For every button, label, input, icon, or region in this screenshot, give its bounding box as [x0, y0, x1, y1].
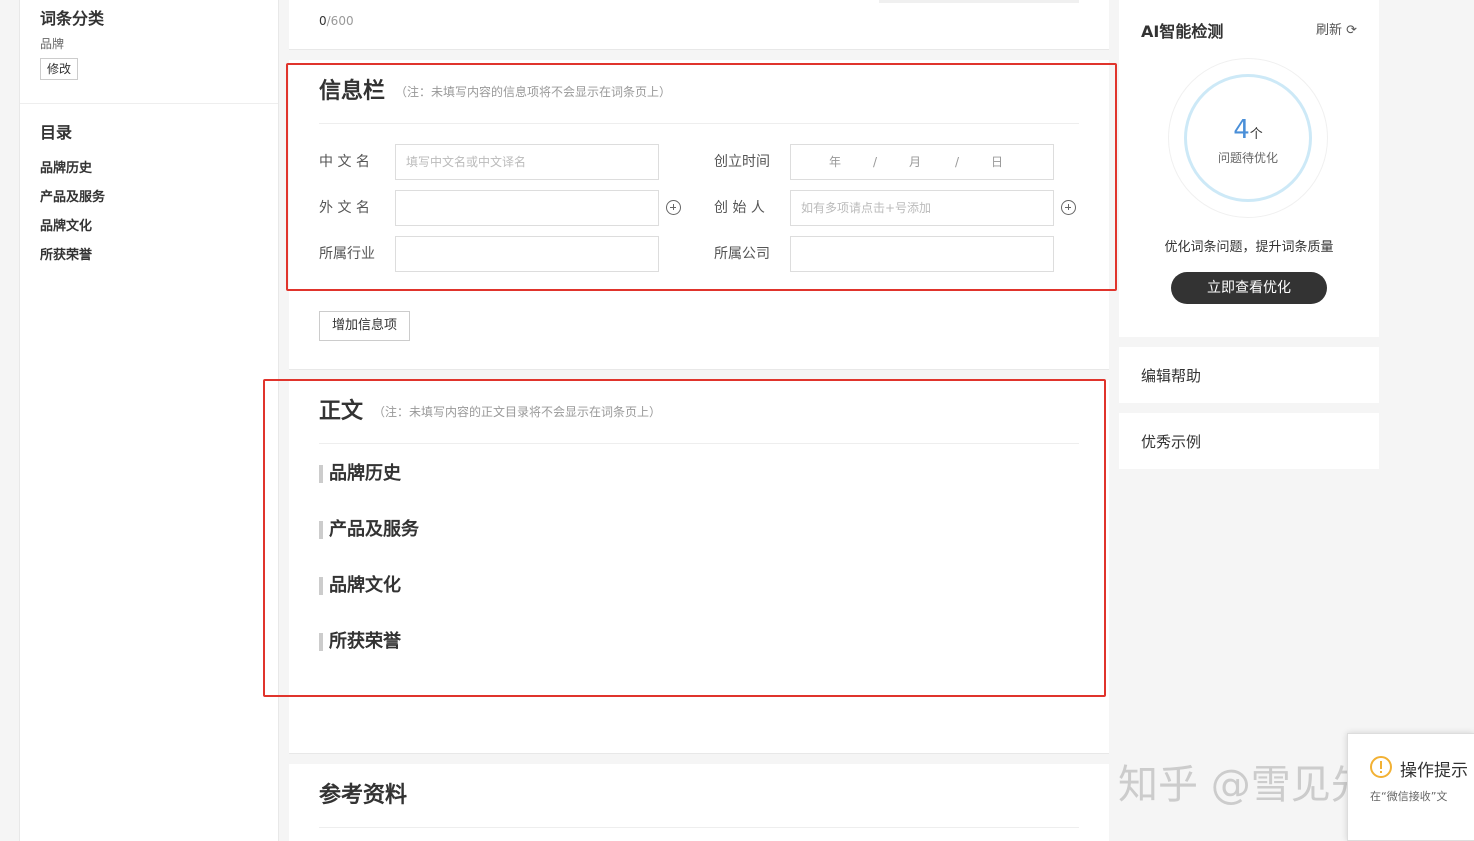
summary-input-edge [879, 0, 1079, 3]
company-label: 所属公司 [714, 246, 770, 262]
issue-ring: 4个 问题待优化 [1184, 74, 1312, 202]
edit-help-link[interactable]: 编辑帮助 [1141, 365, 1201, 386]
ai-title: AI智能检测 [1141, 22, 1224, 41]
ai-description: 优化词条问题，提升词条质量 [1164, 240, 1334, 255]
summary-card: 0/600 [289, 0, 1109, 50]
edit-category-button[interactable]: 修改 [40, 58, 79, 80]
toc-item-brand-culture[interactable]: 品牌文化 [40, 212, 258, 241]
company-input[interactable] [790, 236, 1054, 272]
char-counter: 0/600 [319, 14, 354, 28]
reference-divider [319, 827, 1079, 828]
founded-label: 创立时间 [714, 154, 770, 170]
industry-label: 所属行业 [319, 246, 375, 262]
info-title: 信息栏 （注：未填写内容的信息项将不会显示在词条页上） [319, 79, 672, 104]
toc-section: 目录 品牌历史 产品及服务 品牌文化 所获荣誉 [20, 104, 278, 288]
edit-help-panel[interactable]: 编辑帮助 [1119, 347, 1379, 403]
chinese-name-label: 中 文 名 [319, 154, 370, 170]
category-title: 词条分类 [40, 9, 105, 28]
refresh-icon: ⟳ [1346, 23, 1357, 38]
warning-icon [1370, 756, 1392, 778]
founded-date-input[interactable]: 年 / 月 / 日 [790, 144, 1054, 180]
examples-panel[interactable]: 优秀示例 [1119, 413, 1379, 469]
body-divider [319, 443, 1079, 444]
info-divider [319, 123, 1079, 124]
reference-title: 参考资料 [319, 783, 408, 808]
add-info-item-button[interactable]: 增加信息项 [319, 311, 411, 341]
add-founder-icon[interactable] [1061, 200, 1076, 215]
body-section-brand-history[interactable]: 品牌历史 [319, 462, 401, 486]
chinese-name-input[interactable]: 填写中文名或中文译名 [395, 144, 659, 180]
body-section-products-services[interactable]: 产品及服务 [319, 518, 419, 542]
issue-count: 4个 [1233, 115, 1263, 145]
refresh-button[interactable]: 刷新 ⟳ [1316, 19, 1357, 38]
body-card: 正文 （注：未填写内容的正文目录将不会显示在词条页上） 品牌历史 产品及服务 品牌… [289, 380, 1109, 754]
body-title: 正文 （注：未填写内容的正文目录将不会显示在词条页上） [319, 399, 662, 424]
operation-tip-toast[interactable]: 操作提示 在“微信接收”文 [1347, 733, 1474, 841]
category-section: 词条分类 品牌 修改 [20, 0, 278, 104]
info-card: 信息栏 （注：未填写内容的信息项将不会显示在词条页上） 中 文 名 填写中文名或中… [289, 60, 1109, 370]
toast-title: 操作提示 [1400, 761, 1468, 781]
left-sidebar: 词条分类 品牌 修改 目录 品牌历史 产品及服务 品牌文化 所获荣誉 [19, 0, 279, 841]
date-sep-2: / [955, 155, 960, 169]
reference-card: 参考资料 [289, 764, 1109, 841]
toast-text: 在“微信接收”文 [1370, 790, 1448, 803]
category-value: 品牌 [40, 37, 65, 51]
view-optimization-button[interactable]: 立即查看优化 [1171, 272, 1327, 304]
toc-item-brand-history[interactable]: 品牌历史 [40, 154, 258, 183]
info-note: （注：未填写内容的信息项将不会显示在词条页上） [395, 85, 672, 99]
toc-title: 目录 [40, 123, 73, 142]
body-section-brand-culture[interactable]: 品牌文化 [319, 574, 401, 598]
examples-link[interactable]: 优秀示例 [1141, 431, 1201, 452]
body-note: （注：未填写内容的正文目录将不会显示在词条页上） [373, 405, 662, 419]
foreign-name-input[interactable] [395, 190, 659, 226]
refresh-label: 刷新 [1315, 23, 1342, 38]
ai-detect-panel: AI智能检测 刷新 ⟳ 4个 问题待优化 优化词条问题，提升词条质量 立即查看优… [1119, 0, 1379, 337]
issue-ring-text: 问题待优化 [1217, 151, 1278, 165]
date-sep-1: / [873, 155, 878, 169]
date-month: 月 [909, 155, 922, 169]
toc-item-honors[interactable]: 所获荣誉 [40, 241, 258, 270]
date-day: 日 [991, 155, 1004, 169]
foreign-name-label: 外 文 名 [319, 200, 370, 216]
date-year: 年 [829, 155, 842, 169]
toc-item-products-services[interactable]: 产品及服务 [40, 183, 258, 212]
founder-input[interactable]: 如有多项请点击+号添加 [790, 190, 1054, 226]
body-section-honors[interactable]: 所获荣誉 [319, 630, 401, 654]
add-foreign-name-icon[interactable] [666, 200, 681, 215]
industry-input[interactable] [395, 236, 659, 272]
founder-label: 创 始 人 [714, 200, 765, 216]
